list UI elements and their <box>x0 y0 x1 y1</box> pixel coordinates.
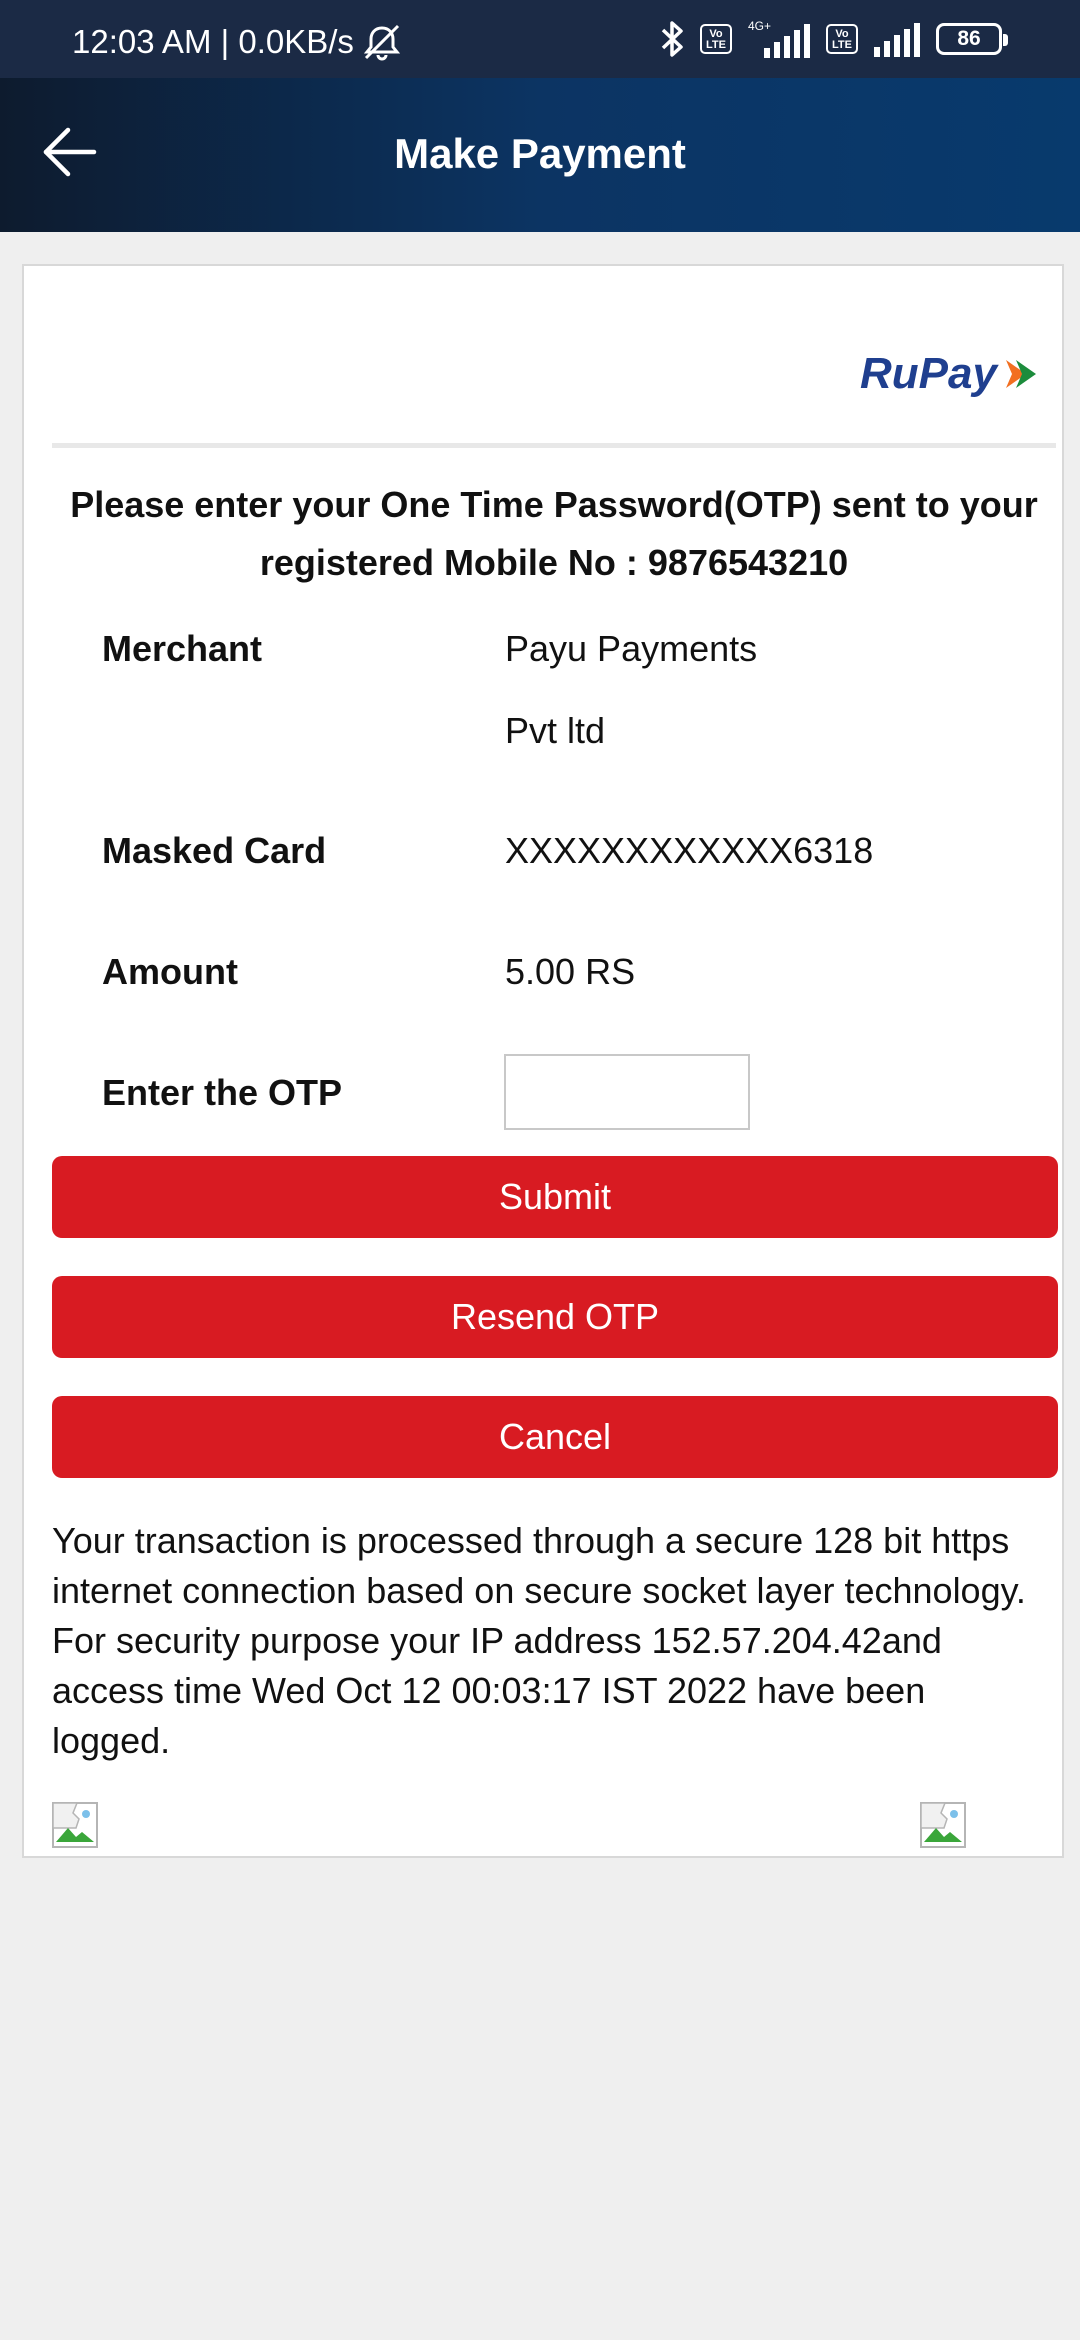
merchant-value-line1: Payu Payments <box>505 628 758 669</box>
amount-label: Amount <box>102 951 238 992</box>
payment-card: RuPay Please enter your One Time Passwor… <box>22 264 1064 1858</box>
volte-badge-1: Vo LTE <box>700 24 732 54</box>
svg-text:4G+: 4G+ <box>748 19 771 33</box>
amount-value: 5.00 RS <box>505 951 636 992</box>
broken-image-icon-left <box>52 1802 98 1848</box>
masked-card-label: Masked Card <box>102 830 327 871</box>
page-title: Make Payment <box>394 130 686 177</box>
volte-badge-2: Vo LTE <box>826 24 858 54</box>
battery-icon: 86 <box>936 23 1008 55</box>
status-right: Vo LTE 4G+ Vo LTE 86 <box>660 18 1008 60</box>
app-bar: Make Payment <box>0 78 1080 232</box>
bluetooth-icon <box>660 19 686 59</box>
signal-4g-icon: 4G+ <box>746 18 812 60</box>
masked-card-value: XXXXXXXXXXXX6318 <box>505 830 874 871</box>
otp-instruction-heading: Please enter your One Time Password(OTP)… <box>52 476 1056 592</box>
resend-otp-button[interactable]: Resend OTP <box>52 1276 1058 1358</box>
merchant-label: Merchant <box>102 628 263 669</box>
divider <box>52 443 1056 448</box>
otp-heading-line1: Please enter your One Time Password(OTP)… <box>70 484 1038 525</box>
submit-button[interactable]: Submit <box>52 1156 1058 1238</box>
broken-image-icon-right <box>920 1802 966 1848</box>
status-left: 12:03 AM | 0.0KB/s <box>72 22 404 62</box>
mute-bell-icon <box>360 22 404 62</box>
otp-label: Enter the OTP <box>102 1072 343 1113</box>
cancel-button[interactable]: Cancel <box>52 1396 1058 1478</box>
merchant-value-line2: Pvt ltd <box>505 710 606 751</box>
status-bar: 12:03 AM | 0.0KB/s Vo LTE 4G+ Vo LTE 86 <box>0 0 1080 78</box>
rupay-logo-text: RuPay <box>860 349 999 398</box>
merchant-value: Payu Payments Pvt ltd <box>505 608 757 772</box>
rupay-logo: RuPay <box>860 344 1040 400</box>
security-notice: Your transaction is processed through a … <box>52 1520 1026 1761</box>
battery-level: 86 <box>957 27 981 50</box>
time-speed-text: 12:03 AM | 0.0KB/s <box>72 23 354 60</box>
otp-heading-line2: registered Mobile No : 9876543210 <box>259 542 849 583</box>
otp-input[interactable] <box>504 1054 750 1130</box>
signal-icon <box>872 19 922 59</box>
